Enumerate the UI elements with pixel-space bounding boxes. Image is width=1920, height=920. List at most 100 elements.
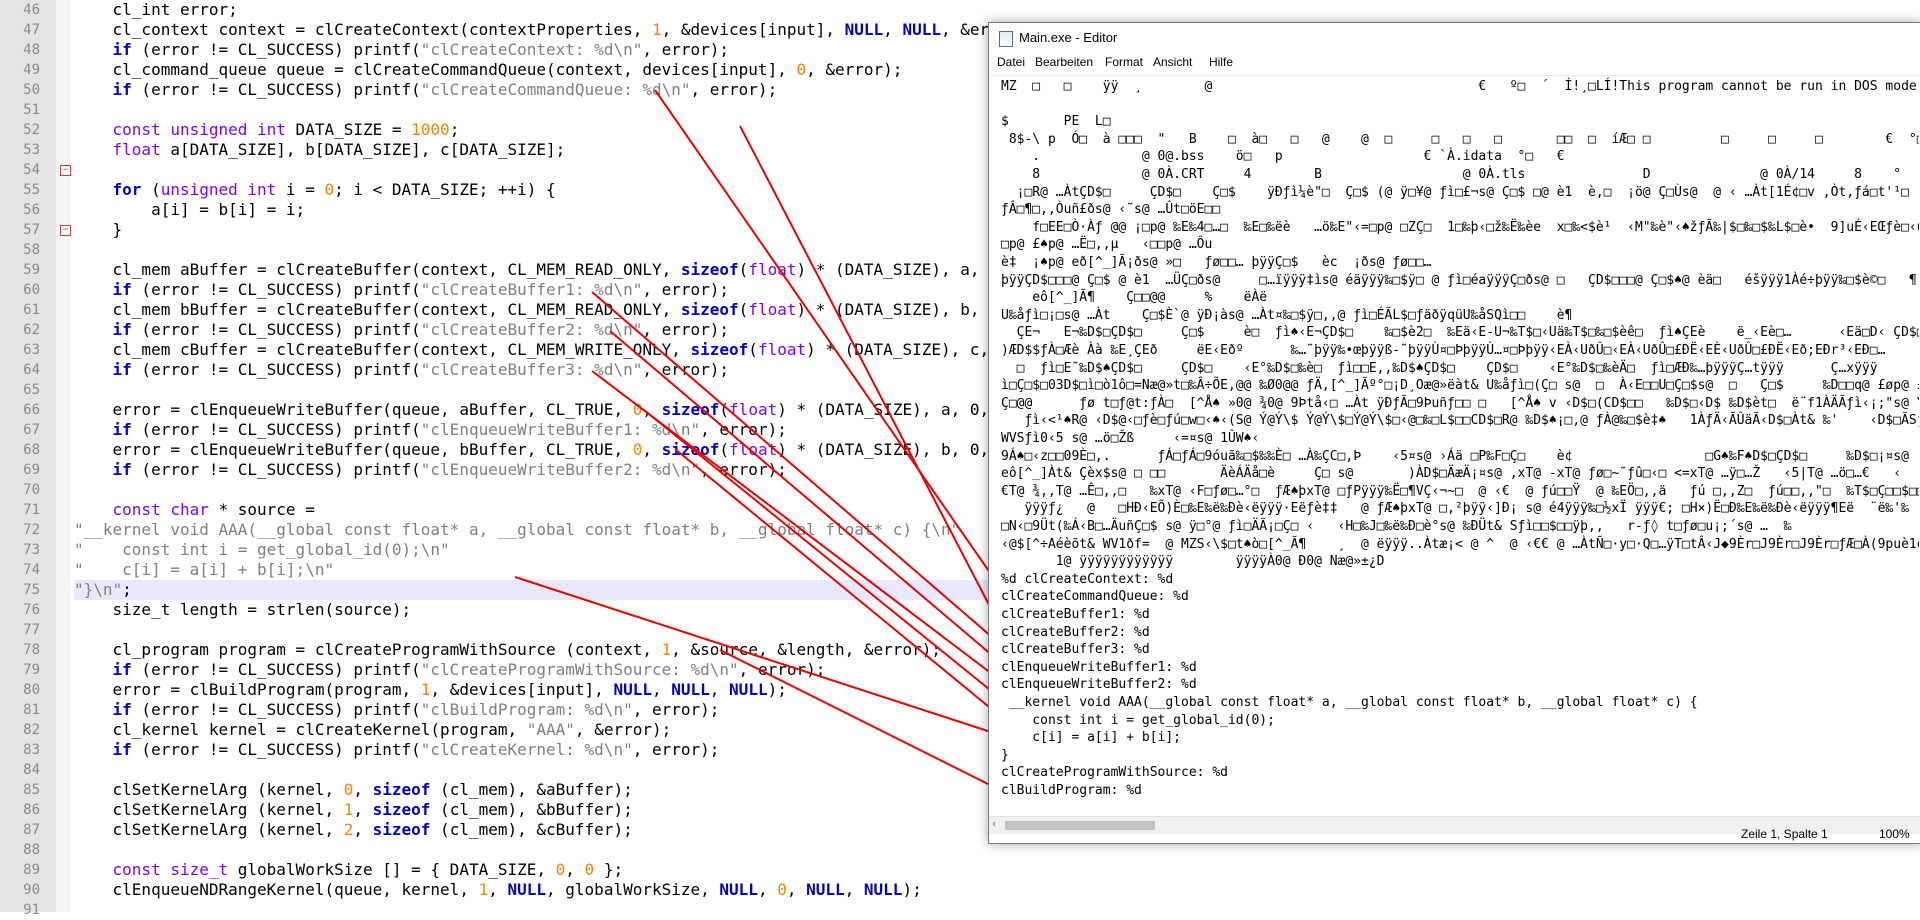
code-line[interactable]: error = clEnqueueWriteBuffer(queue, aBuf… (74, 400, 1115, 420)
code-token: cl_command_queue queue = clCreateCommand… (74, 60, 797, 79)
code-token: , &devices[input], (430, 680, 614, 699)
code-token: "clCreateKernel: %d\n" (420, 740, 633, 759)
fold-toggle-icon[interactable] (60, 225, 71, 236)
code-line[interactable]: " c[i] = a[i] + b[i];\n" (74, 560, 334, 580)
code-token: if (112, 360, 132, 379)
code-token: "clCreateBuffer1: %d\n" (420, 280, 643, 299)
menu-item[interactable]: Bearbeiten (1035, 55, 1093, 69)
code-line[interactable]: a[i] = b[i] = i; (74, 200, 305, 220)
code-token: , (757, 880, 778, 899)
code-token: if (112, 80, 132, 99)
code-line[interactable]: "__kernel void AAA(__global const float*… (74, 520, 960, 540)
notepad-text-line: clBuildProgram: %d (1001, 783, 1142, 798)
notepad-text-line: □ ƒì□E˜‰D$♠ÇD$□ ÇD$□ ‹E°‰D$□‰è□ ƒì□□E,,‰… (1016, 360, 1878, 376)
code-token: 1 (661, 640, 672, 659)
code-token: sizeof (680, 260, 739, 279)
line-number: 63 (23, 342, 40, 358)
menu-item[interactable]: Datei (997, 55, 1025, 69)
code-line[interactable]: clSetKernelArg (kernel, 0, sizeof (cl_me… (74, 780, 633, 800)
code-line[interactable]: if (error != CL_SUCCESS) printf("clCreat… (74, 80, 778, 100)
title-bar[interactable]: Main.exe - Editor (989, 23, 1920, 53)
code-token: if (112, 700, 132, 719)
code-line[interactable]: error = clEnqueueWriteBuffer(queue, bBuf… (74, 440, 1115, 460)
line-number: 87 (23, 822, 40, 838)
code-line[interactable]: if (error != CL_SUCCESS) printf("clEnque… (74, 420, 787, 440)
code-line[interactable]: cl_program program = clCreateProgramWith… (74, 640, 941, 660)
notepad-text-line: eô[^_]Ã¶ Ç□□@@ % ëÀë (1001, 290, 1268, 306)
code-line[interactable]: if (error != CL_SUCCESS) printf("clCreat… (74, 740, 720, 760)
code-line[interactable]: if (error != CL_SUCCESS) printf("clCreat… (74, 360, 730, 380)
code-token: (error != CL_SUCCESS) printf( (131, 700, 421, 719)
code-token: if (112, 460, 132, 479)
code-token: "clEnqueueWriteBuffer2: %d\n" (420, 460, 701, 479)
menu-item[interactable]: Hilfe (1209, 55, 1233, 69)
code-line[interactable]: clSetKernelArg (kernel, 1, sizeof (cl_me… (74, 800, 633, 820)
code-token: unsigned int (160, 180, 277, 199)
line-number: 56 (23, 202, 40, 218)
code-line[interactable]: error = clBuildProgram(program, 1, &devi… (74, 680, 787, 700)
code-token: ); (767, 680, 787, 699)
line-number: 67 (23, 422, 40, 438)
notepad-text-area[interactable]: MZ □ □ ÿÿ ¸ @ € º□ ´ Í!¸□LÍ!This program… (991, 75, 1919, 816)
code-token: sizeof (661, 400, 720, 419)
notepad-window[interactable]: Main.exe - Editor Datei Bearbeiten Format A… (988, 22, 1920, 844)
notepad-text-line: clEnqueueWriteBuffer1: %d (1001, 659, 1197, 675)
notepad-text-line: ÿÿÿƒ¿ @ □HÐ‹EÕ)È□‰E‰ë‰Ðè‹ëÿÿÿ·Eëƒè‡‡ @ ƒ… (1001, 501, 1919, 517)
code-line[interactable]: const size_t globalWorkSize [] = { DATA_… (74, 860, 624, 880)
line-number: 79 (23, 662, 40, 678)
code-line[interactable]: if (error != CL_SUCCESS) printf("clCreat… (74, 320, 730, 340)
code-line[interactable]: for (unsigned int i = 0; i < DATA_SIZE; … (74, 180, 556, 200)
code-token: }; (594, 860, 624, 879)
code-token: clSetKernelArg (kernel, (74, 780, 344, 799)
code-line[interactable]: const char * source = (74, 500, 315, 520)
fold-margin[interactable] (56, 0, 70, 912)
menu-item[interactable]: Ansicht (1153, 55, 1192, 69)
code-token: cl_int error; (74, 0, 238, 19)
code-line[interactable]: clEnqueueNDRangeKernel(queue, kernel, 1,… (74, 880, 922, 900)
code-token: ; (449, 120, 460, 139)
notepad-text-line: þÿÿÇD$□□□@ Ç□$ @ è1 …ÜÇ□ðs@ □…ïÿÿÿ‡ìs@ é… (1001, 272, 1919, 288)
code-line[interactable]: " const int i = get_global_id(0);\n" (74, 540, 450, 560)
code-line[interactable]: cl_kernel kernel = clCreateKernel(progra… (74, 720, 672, 740)
code-line[interactable]: cl_mem aBuffer = clCreateBuffer(context,… (74, 260, 1067, 280)
code-line[interactable]: if (error != CL_SUCCESS) printf("clBuild… (74, 700, 720, 720)
code-line[interactable]: cl_int error; (74, 0, 238, 20)
code-line[interactable]: if (error != CL_SUCCESS) printf("clCreat… (74, 660, 826, 680)
code-token: float (748, 260, 797, 279)
code-line[interactable]: clSetKernelArg (kernel, 2, sizeof (cl_me… (74, 820, 633, 840)
code-token: NULL (902, 20, 941, 39)
code-token: sizeof (661, 440, 720, 459)
code-line[interactable]: if (error != CL_SUCCESS) printf("clCreat… (74, 280, 730, 300)
code-line[interactable]: } (74, 220, 123, 240)
notepad-text-line: □N‹□9Üt(‰Á‹B□…ÄuñÇ□$ s@ ÿ□°@ ƒì□ÄÃ¡□Ç□ ‹… (1001, 519, 1792, 534)
code-line[interactable]: if (error != CL_SUCCESS) printf("clCreat… (74, 40, 730, 60)
code-token: } (74, 220, 123, 239)
code-line[interactable]: float a[DATA_SIZE], b[DATA_SIZE], c[DATA… (74, 140, 566, 160)
line-number: 78 (23, 642, 40, 658)
notepad-app-icon (999, 31, 1013, 47)
code-token: ; i < DATA_SIZE; ++i) { (334, 180, 556, 199)
code-token: a[i] = b[i] = i; (74, 200, 306, 219)
code-line[interactable]: cl_mem bBuffer = clCreateBuffer(context,… (74, 300, 1067, 320)
fold-toggle-icon[interactable] (60, 165, 71, 176)
code-line[interactable]: cl_mem cBuffer = clCreateBuffer(context,… (74, 340, 1076, 360)
code-token: , globalWorkSize, (546, 880, 720, 899)
code-token: ( (738, 300, 749, 319)
code-line[interactable]: if (error != CL_SUCCESS) printf("clEnque… (74, 460, 787, 480)
line-number: 52 (23, 122, 40, 138)
menu-item[interactable]: Format (1105, 55, 1143, 69)
line-number: 72 (23, 522, 40, 538)
code-line[interactable]: cl_context context = clCreateContext(con… (74, 20, 1038, 40)
status-bar: Zeile 1, Spalte 1 100% (989, 827, 1920, 843)
code-line[interactable]: const unsigned int DATA_SIZE = 1000; (74, 120, 460, 140)
code-line[interactable]: size_t length = strlen(source); (74, 600, 412, 620)
code-token: (error != CL_SUCCESS) printf( (131, 80, 421, 99)
code-line[interactable]: cl_command_queue queue = clCreateCommand… (74, 60, 903, 80)
code-token: , (488, 880, 508, 899)
code-token: if (112, 740, 132, 759)
code-token: (error != CL_SUCCESS) printf( (131, 40, 421, 59)
code-token: sizeof (372, 800, 431, 819)
code-token: float (748, 300, 797, 319)
